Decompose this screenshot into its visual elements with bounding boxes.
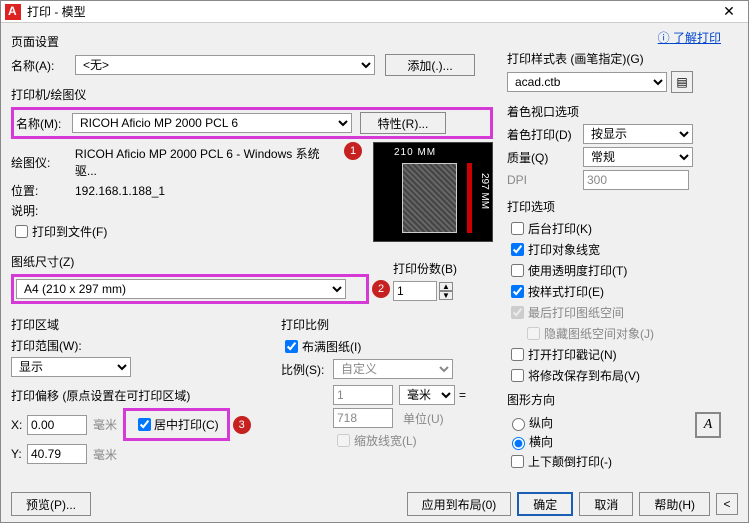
copies-up-icon[interactable]: ▲ bbox=[439, 282, 453, 291]
scale-num2-input[interactable] bbox=[333, 408, 393, 428]
options-group: 打印选项 bbox=[507, 198, 721, 215]
upside-checkbox[interactable] bbox=[511, 455, 524, 468]
styletable-edit-icon[interactable]: ▤ bbox=[671, 71, 693, 93]
opt-transparency-checkbox[interactable] bbox=[511, 264, 524, 277]
paper-size-select[interactable]: A4 (210 x 297 mm) bbox=[16, 279, 346, 299]
preview-button[interactable]: 预览(P)... bbox=[11, 492, 91, 516]
apply-layout-button[interactable]: 应用到布局(0) bbox=[407, 492, 512, 516]
scale-label: 比例(S): bbox=[281, 361, 333, 378]
scale-num1-input[interactable] bbox=[333, 385, 393, 405]
copies-group: 打印份数(B) bbox=[393, 260, 493, 277]
app-logo-icon bbox=[5, 4, 21, 20]
scale-group: 打印比例 bbox=[281, 316, 493, 333]
cancel-button[interactable]: 取消 bbox=[579, 492, 633, 516]
portrait-radio[interactable] bbox=[512, 418, 525, 431]
add-pagesetup-button[interactable]: 添加(.)... bbox=[385, 54, 475, 76]
offset-x-unit: 毫米 bbox=[93, 416, 117, 433]
window-title: 打印 - 模型 bbox=[27, 3, 714, 20]
orientation-preview-icon: A bbox=[695, 412, 721, 438]
scale-unit2-label: 单位(U) bbox=[403, 410, 444, 427]
info-icon: ⓘ bbox=[658, 31, 670, 45]
scale-lineweight-checkbox bbox=[337, 434, 350, 447]
opt-withstyles-checkbox[interactable] bbox=[511, 285, 524, 298]
styletable-select[interactable]: acad.ctb bbox=[507, 72, 667, 92]
location-label: 位置: bbox=[11, 182, 75, 199]
range-select[interactable]: 显示 bbox=[11, 357, 131, 377]
offset-x-label: X: bbox=[11, 418, 27, 432]
location-value: 192.168.1.188_1 bbox=[75, 184, 165, 198]
dpi-label: DPI bbox=[507, 173, 583, 187]
opt-pslast-checkbox bbox=[511, 306, 524, 319]
help-button[interactable]: 帮助(H) bbox=[639, 492, 710, 516]
page-name-select[interactable]: <无> bbox=[75, 55, 375, 75]
area-group: 打印区域 bbox=[11, 316, 261, 333]
paper-group: 图纸尺寸(Z) bbox=[11, 253, 369, 270]
landscape-radio[interactable] bbox=[512, 437, 525, 450]
orientation-group: 图形方向 bbox=[507, 391, 721, 408]
shade-label: 着色打印(D) bbox=[507, 126, 583, 143]
annotation-badge-1: 1 bbox=[344, 142, 362, 160]
printer-properties-button[interactable]: 特性(R)... bbox=[360, 112, 446, 134]
page-setup-group: 页面设置 bbox=[11, 33, 493, 50]
scale-unit-select[interactable]: 毫米 bbox=[399, 385, 455, 405]
learn-print-link[interactable]: 了解打印 bbox=[673, 31, 721, 45]
offset-y-input[interactable] bbox=[27, 444, 87, 464]
opt-bg-checkbox[interactable] bbox=[511, 222, 524, 235]
styletable-group: 打印样式表 (画笔指定)(G) bbox=[507, 50, 721, 67]
printer-name-select[interactable]: RICOH Aficio MP 2000 PCL 6 bbox=[72, 113, 352, 133]
dpi-input bbox=[583, 170, 689, 190]
printer-group: 打印机/绘图仪 bbox=[11, 86, 493, 103]
quality-label: 质量(Q) bbox=[507, 149, 583, 166]
opt-stamp-checkbox[interactable] bbox=[511, 348, 524, 361]
page-name-label: 名称(A): bbox=[11, 57, 75, 74]
annotation-badge-2: 2 bbox=[372, 280, 390, 298]
plotter-label: 绘图仪: bbox=[11, 154, 75, 171]
close-icon[interactable]: ✕ bbox=[714, 3, 744, 20]
opt-savechanges-checkbox[interactable] bbox=[511, 369, 524, 382]
offset-y-unit: 毫米 bbox=[93, 446, 117, 463]
quality-select[interactable]: 常规 bbox=[583, 147, 693, 167]
printer-name-label: 名称(M): bbox=[16, 115, 72, 132]
shade-select[interactable]: 按显示 bbox=[583, 124, 693, 144]
paper-preview: 210 MM 297 MM bbox=[373, 142, 493, 242]
opt-lineweights-checkbox[interactable] bbox=[511, 243, 524, 256]
plotter-value: RICOH Aficio MP 2000 PCL 6 - Windows 系统驱… bbox=[75, 145, 341, 179]
scale-select[interactable]: 自定义 bbox=[333, 359, 453, 379]
offset-group: 打印偏移 (原点设置在可打印区域) bbox=[11, 387, 261, 404]
fit-to-paper-label: 布满图纸(I) bbox=[302, 338, 361, 355]
fit-to-paper-checkbox[interactable] bbox=[285, 340, 298, 353]
collapse-icon[interactable]: < bbox=[716, 493, 738, 515]
copies-input[interactable] bbox=[393, 281, 437, 301]
offset-y-label: Y: bbox=[11, 447, 27, 461]
ok-button[interactable]: 确定 bbox=[517, 492, 573, 516]
copies-down-icon[interactable]: ▼ bbox=[439, 291, 453, 300]
viewport-group: 着色视口选项 bbox=[507, 103, 721, 120]
range-label: 打印范围(W): bbox=[11, 337, 82, 354]
center-plot-checkbox[interactable] bbox=[138, 418, 151, 431]
opt-hideps-checkbox bbox=[527, 327, 540, 340]
offset-x-input[interactable] bbox=[27, 415, 87, 435]
scale-lineweight-label: 缩放线宽(L) bbox=[354, 432, 417, 449]
desc-label: 说明: bbox=[11, 202, 75, 219]
print-to-file-checkbox[interactable] bbox=[15, 225, 28, 238]
center-plot-label: 居中打印(C) bbox=[154, 416, 219, 433]
print-to-file-label: 打印到文件(F) bbox=[32, 223, 107, 240]
annotation-badge-3: 3 bbox=[233, 416, 251, 434]
